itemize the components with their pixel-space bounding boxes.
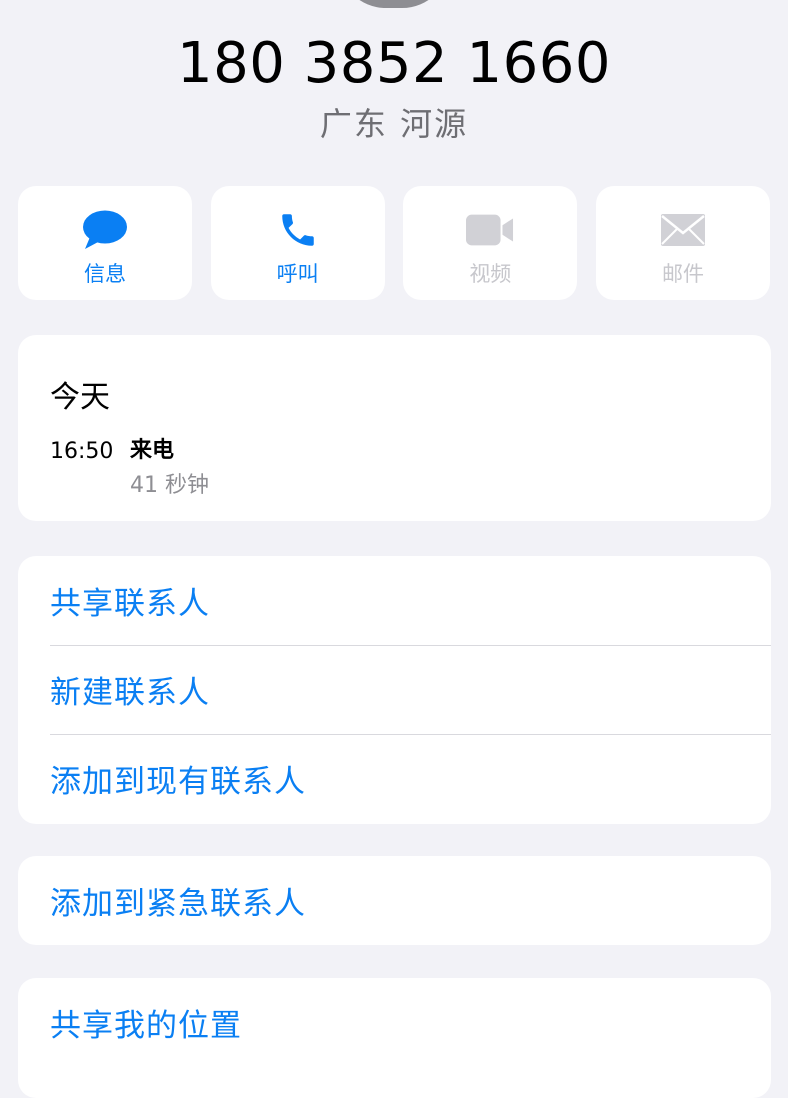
share-my-location-row[interactable]: 共享我的位置 <box>18 978 771 1067</box>
phone-icon <box>274 208 322 252</box>
contact-options-card: 共享联系人 新建联系人 添加到现有联系人 <box>18 556 771 824</box>
add-to-existing-contact-row[interactable]: 添加到现有联系人 <box>18 734 771 823</box>
caller-location: 广东 河源 <box>319 105 469 143</box>
recent-calls-card: 今天 16:50 来电 41 秒钟 <box>18 335 771 521</box>
call-label: 呼叫 <box>276 262 319 286</box>
mail-button[interactable]: 邮件 <box>595 186 770 300</box>
envelope-icon <box>659 208 707 252</box>
recents-day: 今天 <box>50 380 110 415</box>
emergency-contact-card: 添加到紧急联系人 <box>18 856 771 945</box>
message-button[interactable]: 信息 <box>18 186 192 300</box>
message-label: 信息 <box>84 262 126 286</box>
contact-header: 180 3852 1660 广东 河源 <box>0 28 788 144</box>
add-to-emergency-contacts-row[interactable]: 添加到紧急联系人 <box>18 856 771 945</box>
call-button[interactable]: 呼叫 <box>210 186 385 300</box>
message-bubble-icon <box>81 208 129 252</box>
share-location-card: 共享我的位置 <box>18 978 771 1098</box>
call-duration: 41 秒钟 <box>130 473 209 498</box>
new-contact-row[interactable]: 新建联系人 <box>18 645 771 734</box>
mail-label: 邮件 <box>661 262 704 286</box>
share-contact-row[interactable]: 共享联系人 <box>18 556 771 645</box>
call-type: 来电 <box>130 438 175 463</box>
quick-actions: 信息 呼叫 视频 邮件 <box>18 186 770 300</box>
call-time: 16:50 <box>50 439 114 464</box>
avatar <box>338 0 450 8</box>
video-label: 视频 <box>469 262 512 286</box>
video-camera-icon <box>466 208 514 252</box>
phone-number: 180 3852 1660 <box>176 31 612 96</box>
video-button[interactable]: 视频 <box>403 186 578 300</box>
